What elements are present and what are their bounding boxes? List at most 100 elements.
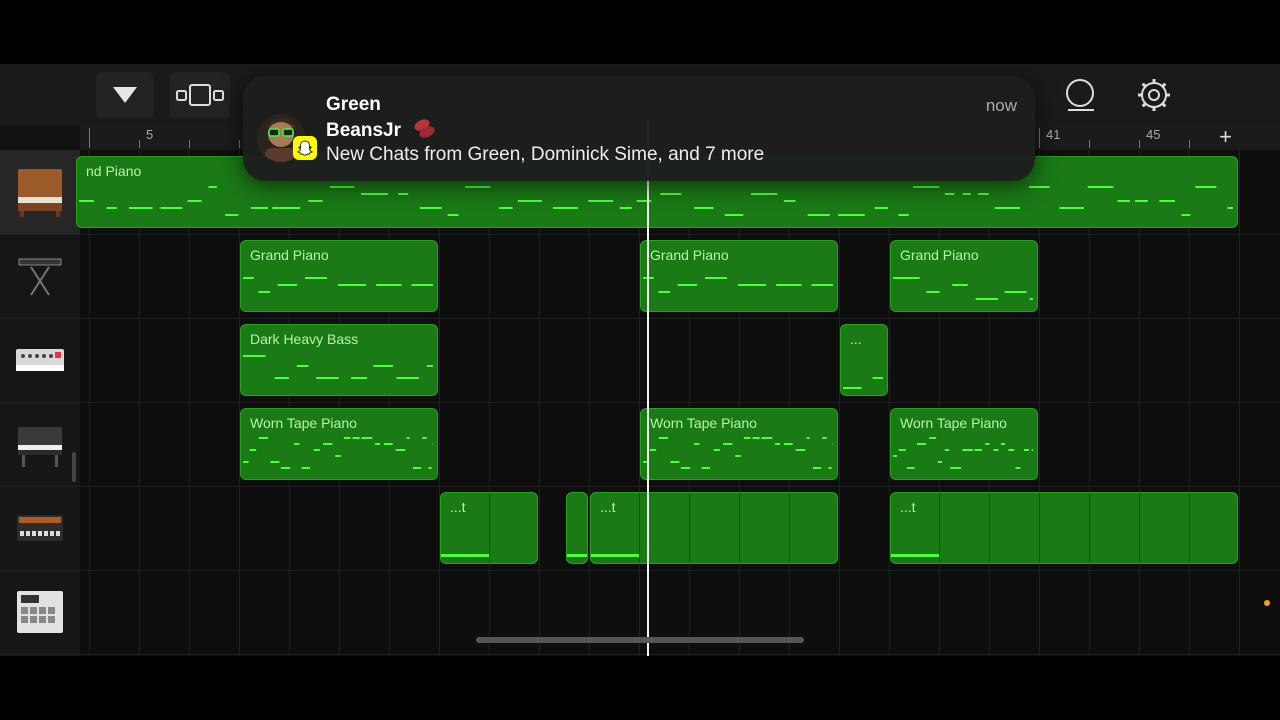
midi-note [783, 200, 796, 202]
drummer-region[interactable]: ...t [890, 492, 1238, 564]
midi-region[interactable]: Dark Heavy Bass [240, 324, 438, 396]
midi-region[interactable]: Worn Tape Piano [890, 408, 1038, 480]
bar-number: 41 [1046, 127, 1061, 142]
midi-note [658, 437, 669, 439]
midi-region[interactable]: ... [840, 324, 888, 396]
midi-note [724, 214, 744, 216]
midi-note [660, 193, 682, 195]
midi-note [775, 443, 780, 445]
snapchat-ghost-icon [297, 140, 313, 156]
track-lane: Dark Heavy Bass ... [80, 318, 1280, 403]
midi-note [828, 467, 832, 469]
track-header[interactable] [0, 486, 80, 571]
midi-region[interactable]: Grand Piano [890, 240, 1038, 312]
track-header[interactable] [0, 234, 80, 319]
midi-note [677, 284, 698, 286]
track-header[interactable] [0, 150, 80, 235]
midi-note [160, 207, 183, 209]
midi-note [994, 207, 1021, 209]
midi-note [243, 355, 266, 357]
midi-region[interactable]: Worn Tape Piano [240, 408, 438, 480]
midi-note [258, 437, 269, 439]
tracks-area[interactable]: nd Piano Grand Piano Grand Piano Grand P… [76, 150, 1280, 656]
midi-note [308, 200, 323, 202]
notification-banner[interactable]: Green BeansJr New Chats from Green, Domi… [243, 76, 1035, 181]
midi-note [761, 437, 773, 439]
midi-note [978, 193, 989, 195]
track-lane: ...t ...t ...t [80, 486, 1280, 571]
midi-note [395, 449, 406, 451]
midi-note [783, 443, 793, 445]
midi-note [929, 437, 937, 439]
midi-note [1031, 449, 1033, 451]
midi-note [249, 449, 257, 451]
midi-note [658, 291, 671, 293]
loop-button[interactable] [1056, 72, 1104, 118]
midi-note [243, 277, 254, 279]
synth-module-icon [16, 349, 64, 371]
midi-note [619, 207, 632, 209]
track-header[interactable] [0, 402, 80, 487]
midi-region[interactable]: Worn Tape Piano [640, 408, 838, 480]
drummer-region[interactable] [566, 492, 588, 564]
midi-note [361, 437, 373, 439]
midi-note [913, 186, 940, 188]
midi-note [1004, 291, 1027, 293]
midi-note [396, 377, 419, 379]
midi-note [952, 284, 968, 286]
playhead[interactable] [647, 120, 649, 656]
midi-note [812, 467, 822, 469]
midi-note [713, 449, 720, 451]
midi-note [795, 449, 806, 451]
region-label: ...t [900, 499, 916, 515]
note-pattern [893, 277, 1033, 300]
horizontal-scroll-indicator[interactable] [476, 637, 804, 643]
region-label: ... [850, 331, 862, 347]
midi-note [906, 467, 915, 469]
midi-region[interactable]: Grand Piano [640, 240, 838, 312]
midi-note [752, 437, 760, 439]
midi-note [874, 207, 888, 209]
midi-note [723, 443, 733, 445]
midi-note [838, 214, 865, 216]
sender-name-line2: BeansJr [326, 120, 401, 141]
track-header[interactable] [0, 318, 80, 403]
midi-note [670, 461, 680, 463]
midi-note [373, 365, 394, 367]
midi-note [822, 437, 827, 439]
region-label: Worn Tape Piano [650, 415, 757, 431]
midi-note [335, 455, 341, 457]
triangle-down-icon [113, 87, 137, 103]
midi-region[interactable]: Grand Piano [240, 240, 438, 312]
drummer-region[interactable]: ...t [440, 492, 538, 564]
midi-note [588, 200, 614, 202]
midi-note [187, 200, 202, 202]
midi-note [1029, 186, 1050, 188]
midi-note [962, 449, 973, 451]
midi-note [250, 207, 268, 209]
bar-number: 5 [146, 127, 154, 142]
add-section-button[interactable]: + [1219, 126, 1232, 148]
settings-button[interactable] [1130, 72, 1178, 118]
midi-note [985, 443, 990, 445]
midi-note [343, 437, 351, 439]
midi-note [937, 461, 943, 463]
midi-note [274, 377, 289, 379]
midi-note [843, 387, 862, 389]
midi-note [296, 365, 309, 367]
midi-note [499, 207, 513, 209]
snapchat-app-badge [293, 136, 317, 160]
loop-icon [1066, 79, 1094, 111]
track-header[interactable] [0, 570, 80, 655]
tracks-menu-button[interactable] [96, 72, 154, 118]
midi-note [406, 437, 410, 439]
drummer-region[interactable]: ...t [590, 492, 838, 564]
view-toggle-button[interactable] [170, 72, 230, 118]
midi-note [962, 193, 971, 195]
midi-note [738, 284, 766, 286]
midi-note [243, 461, 249, 463]
midi-note [225, 214, 239, 216]
notification-message: New Chats from Green, Dominick Sime, and… [326, 144, 765, 165]
vertical-scroll-indicator[interactable] [72, 452, 76, 482]
note-pattern [243, 355, 433, 379]
